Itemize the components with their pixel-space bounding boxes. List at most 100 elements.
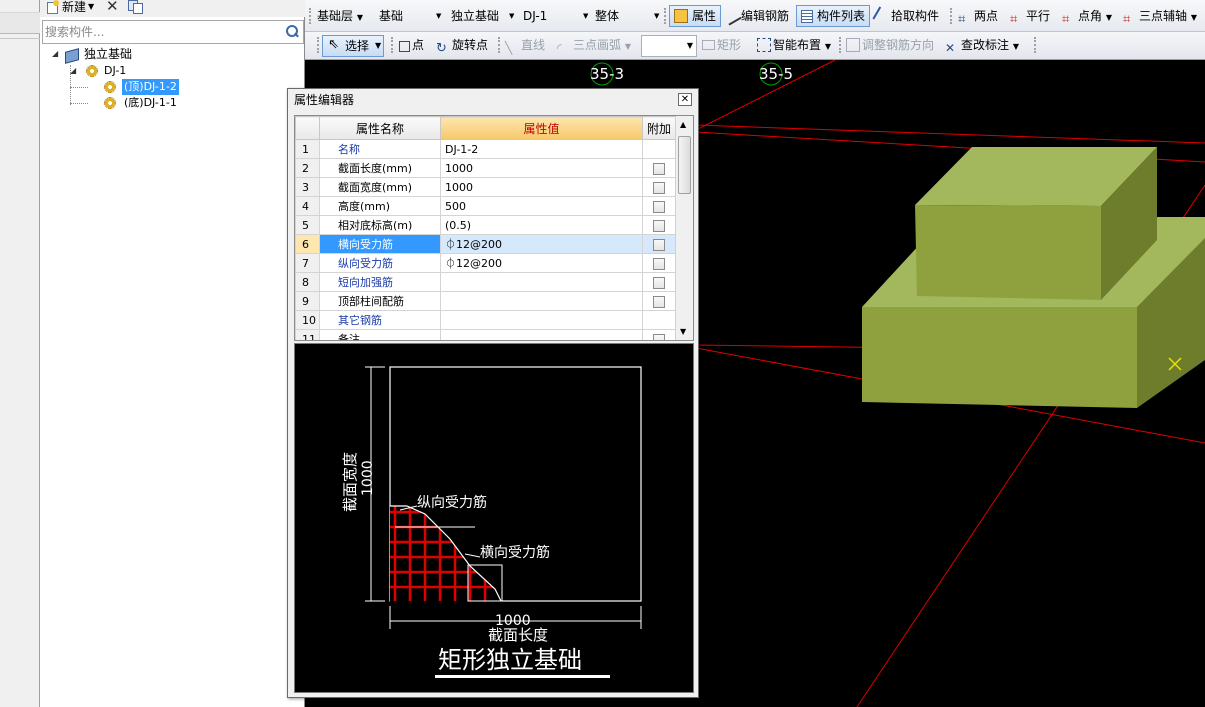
extra-checkbox[interactable] — [653, 238, 665, 251]
smart-layout-button[interactable]: 智能布置 ▼ — [757, 32, 831, 60]
two-point-axis-button[interactable]: ⌗ 两点 — [958, 0, 998, 32]
header-property-name[interactable]: 属性名称 — [319, 116, 441, 140]
properties-label: 属性 — [692, 9, 717, 23]
property-value[interactable] — [440, 272, 643, 292]
header-property-value[interactable]: 属性值 — [440, 116, 643, 140]
property-value[interactable]: ⏀12@200 — [440, 253, 643, 273]
extra-checkbox[interactable] — [653, 257, 665, 270]
property-row[interactable]: 9 顶部柱间配筋 — [295, 291, 676, 311]
tree-node-label: (底)DJ-1-1 — [124, 96, 177, 109]
rectangle-button[interactable]: 矩形 — [702, 32, 741, 60]
chevron-down-icon[interactable]: ▼ — [583, 12, 588, 20]
extra-checkbox[interactable] — [653, 295, 665, 308]
property-grid-scrollbar[interactable]: ▲ ▼ — [675, 116, 693, 340]
property-row[interactable]: 10 其它钢筋 — [295, 310, 676, 330]
type-select[interactable]: 独立基础 — [451, 0, 499, 32]
row-number: 9 — [295, 291, 320, 311]
property-row[interactable]: 3 截面宽度(mm) 1000 — [295, 177, 676, 197]
property-value[interactable]: 1000 — [440, 177, 643, 197]
tree-node-dj-1[interactable]: ◢ DJ-1 — [70, 63, 270, 79]
property-value[interactable] — [440, 310, 643, 330]
chevron-down-icon[interactable]: ▼ — [654, 12, 659, 20]
trans-rebar-label: 横向受力筋 — [480, 544, 550, 561]
property-row[interactable]: 7 纵向受力筋 ⏀12@200 — [295, 253, 676, 273]
scrollbar-thumb[interactable] — [678, 136, 691, 194]
three-point-arc-button[interactable]: ◜ 三点画弧 ▼ — [557, 32, 631, 60]
point-button[interactable]: 点 — [399, 32, 424, 60]
new-component-button[interactable]: 新建 ▼ — [46, 0, 94, 15]
tree-node-dj-1-2-selected[interactable]: (顶)DJ-1-2 — [100, 79, 190, 95]
property-value[interactable] — [440, 291, 643, 311]
dock-strip-bar[interactable] — [0, 12, 40, 34]
extra-checkbox[interactable] — [653, 162, 665, 175]
header-extra[interactable]: 附加 — [642, 116, 676, 140]
extra-checkbox[interactable] — [653, 276, 665, 289]
property-row[interactable]: 1 名称 DJ-1-2 — [295, 139, 676, 159]
toolbar-separator — [839, 37, 841, 53]
extra-checkbox[interactable] — [653, 181, 665, 194]
property-value[interactable]: 500 — [440, 196, 643, 216]
extra-checkbox[interactable] — [653, 200, 665, 213]
long-rebar-label: 纵向受力筋 — [417, 494, 487, 511]
properties-button[interactable]: 属性 — [669, 5, 721, 27]
tree-node-isolated-footing[interactable]: ◢ 独立基础 — [52, 46, 252, 62]
row-number: 10 — [295, 310, 320, 330]
component-list-button[interactable]: 构件列表 — [796, 5, 870, 27]
property-name: 横向受力筋 — [319, 234, 441, 254]
property-value[interactable] — [440, 329, 643, 340]
collapse-icon[interactable]: ◢ — [52, 46, 60, 62]
arc-options-combo[interactable]: ▼ — [641, 35, 697, 57]
annotation-icon: ✕ — [945, 41, 956, 55]
adjust-rebar-direction-button[interactable]: 调整钢筋方向 — [846, 32, 934, 60]
line-label: 直线 — [521, 38, 546, 52]
three-point-axis-button[interactable]: ⌗ 三点辅轴 ▼ — [1123, 0, 1197, 32]
toolbar-grip[interactable] — [317, 37, 319, 53]
chevron-down-icon[interactable]: ▼ — [436, 12, 441, 20]
property-name: 高度(mm) — [319, 196, 441, 216]
point-angle-axis-button[interactable]: ⌗ 点角 ▼ — [1062, 0, 1112, 32]
extra-checkbox[interactable] — [653, 333, 665, 340]
parallel-axis-label: 平行 — [1026, 9, 1051, 23]
parallel-axis-button[interactable]: ⌗ 平行 — [1010, 0, 1050, 32]
tree-node-dj-1-1[interactable]: (底)DJ-1-1 — [100, 95, 190, 111]
property-name: 其它钢筋 — [319, 310, 441, 330]
chevron-down-icon: ▼ — [1012, 42, 1019, 51]
category-select[interactable]: 基础 — [379, 0, 403, 32]
floor-select[interactable]: 基础层 ▼ — [317, 0, 363, 32]
rotate-point-label: 旋转点 — [452, 38, 489, 52]
property-row[interactable]: 5 相对底标高(m) (0.5) — [295, 215, 676, 235]
copy-component-button[interactable] — [128, 0, 143, 14]
search-input[interactable] — [43, 21, 275, 43]
extra-cell — [642, 177, 676, 197]
edit-rebar-button[interactable]: 编辑钢筋 — [722, 0, 789, 32]
select-button[interactable]: ⇖ 选择 ▼ — [322, 35, 384, 57]
property-value[interactable]: 1000 — [440, 158, 643, 178]
pick-component-button[interactable]: 拾取构件 — [872, 0, 939, 32]
rotate-point-button[interactable]: ↻ 旋转点 — [436, 32, 488, 60]
row-number: 5 — [295, 215, 320, 235]
check-annotation-button[interactable]: ✕ 查改标注 ▼ — [945, 32, 1019, 60]
chevron-down-icon[interactable]: ▼ — [509, 12, 514, 20]
extra-checkbox[interactable] — [653, 219, 665, 232]
property-row[interactable]: 8 短向加强筋 — [295, 272, 676, 292]
delete-component-button[interactable]: ✕ — [106, 0, 119, 15]
component-select[interactable]: DJ-1 — [523, 0, 547, 32]
search-icon[interactable] — [285, 25, 299, 39]
row-number: 4 — [295, 196, 320, 216]
scroll-up-icon[interactable]: ▲ — [680, 120, 686, 129]
property-row[interactable]: 2 截面长度(mm) 1000 — [295, 158, 676, 178]
property-value[interactable]: ⏀12@200 — [440, 234, 643, 254]
footing-3d-model[interactable] — [862, 147, 1205, 408]
property-value[interactable]: (0.5) — [440, 215, 643, 235]
toolbar-grip[interactable] — [309, 8, 311, 24]
scroll-down-icon[interactable]: ▼ — [680, 327, 686, 336]
close-icon[interactable]: ✕ — [678, 93, 692, 106]
property-row[interactable]: 6 横向受力筋 ⏀12@200 — [295, 234, 676, 254]
property-row[interactable]: 4 高度(mm) 500 — [295, 196, 676, 216]
property-value[interactable]: DJ-1-2 — [440, 139, 643, 159]
line-button[interactable]: ╲ 直线 — [505, 32, 545, 60]
dialog-title-bar[interactable]: 属性编辑器 ✕ — [288, 89, 698, 111]
property-row[interactable]: 11 备注 — [295, 329, 676, 340]
collapse-icon[interactable]: ◢ — [70, 63, 78, 79]
scope-select[interactable]: 整体 — [595, 0, 619, 32]
